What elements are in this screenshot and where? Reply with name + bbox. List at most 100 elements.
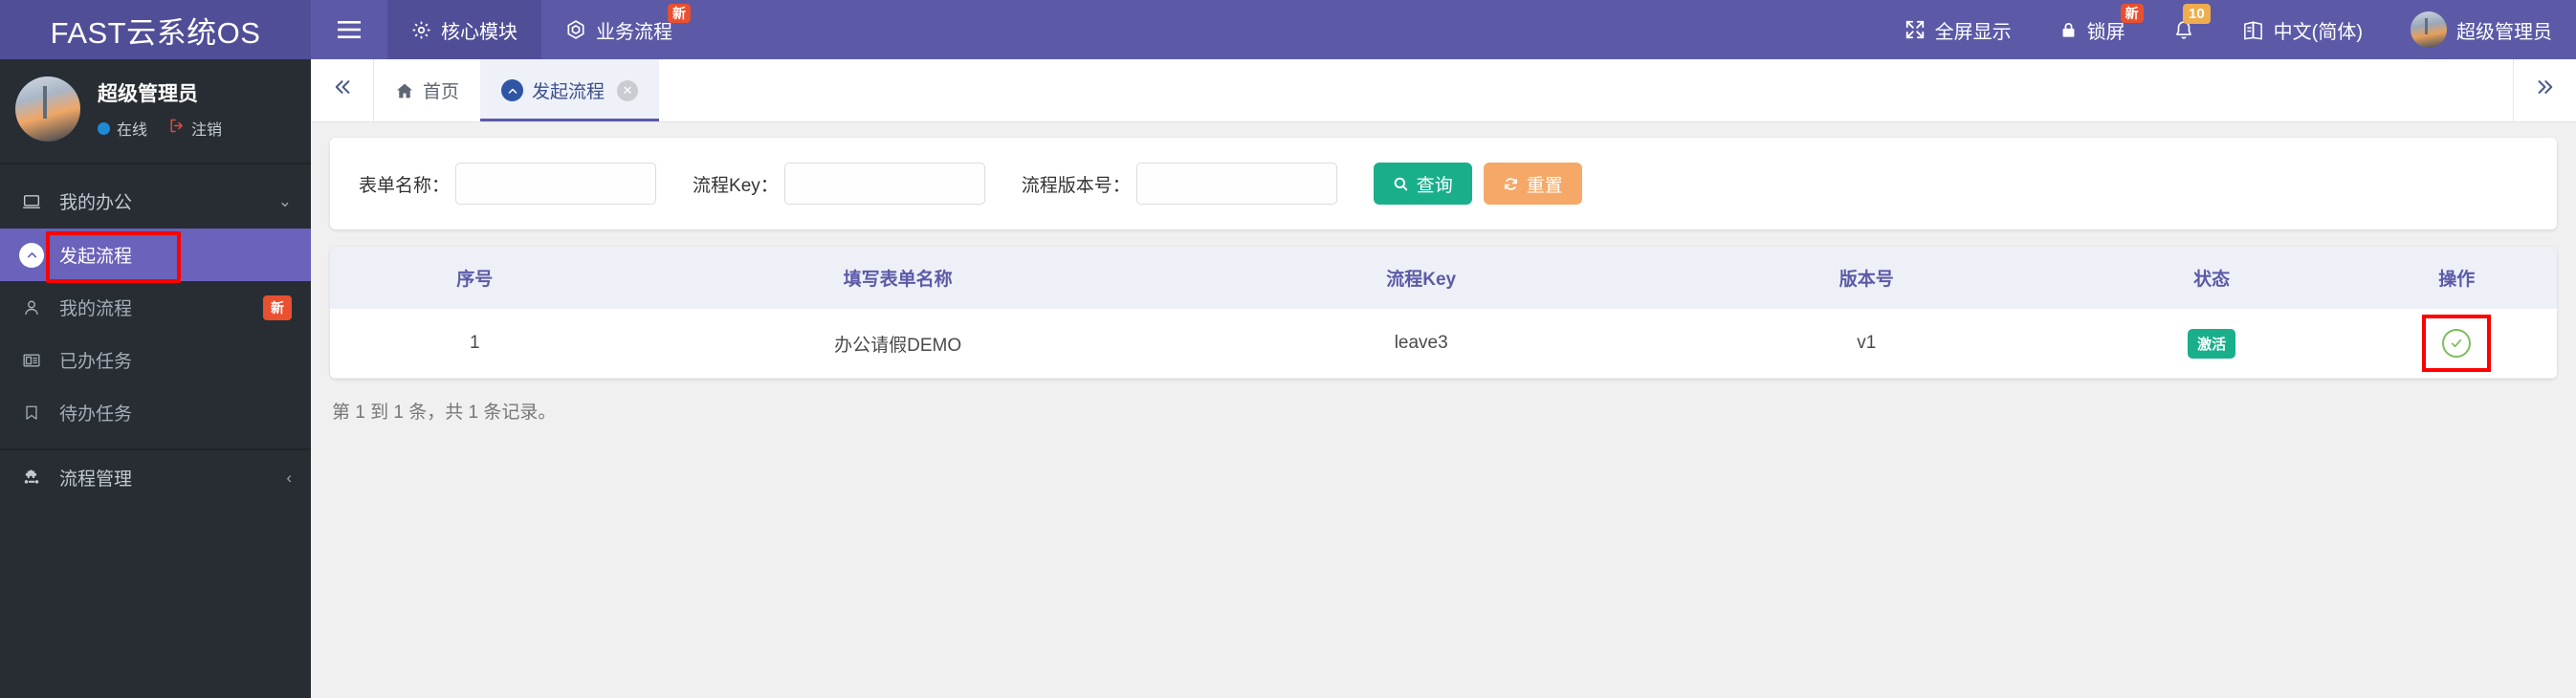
- sidebar-group-my-office[interactable]: 我的办公 ⌄: [0, 174, 311, 229]
- refresh-icon: [1503, 176, 1519, 192]
- language-icon: [2242, 19, 2264, 41]
- fullscreen-button[interactable]: 全屏显示: [1881, 0, 2036, 59]
- table-body: 1 办公请假DEMO leave3 v1 激活: [330, 309, 2557, 379]
- brand-logo[interactable]: FAST云系统OS: [0, 0, 311, 59]
- table-header-process-key: 流程Key: [1176, 247, 1666, 309]
- profile-text: 超级管理员 在线 注销: [98, 78, 222, 140]
- action-buttons: [2440, 327, 2473, 360]
- sidebar-item-done-tasks[interactable]: 已办任务: [0, 334, 311, 386]
- top-nav-left: 核心模块 业务流程 新: [311, 0, 696, 59]
- sidebar-item-todo-tasks-label: 待办任务: [59, 404, 133, 425]
- table-header-status: 状态: [2066, 247, 2357, 309]
- field-process-version: 流程版本号：: [1022, 163, 1337, 205]
- body: 超级管理员 在线 注销 我的办公 ⌄ 发起流程 我的流程 新 已办任务 待办任务…: [0, 59, 2576, 698]
- sidebar-toggle-button[interactable]: [311, 0, 387, 59]
- lockscreen-button[interactable]: 锁屏 新: [2036, 0, 2149, 59]
- list-box-icon: [19, 351, 44, 370]
- field-process-key: 流程Key：: [693, 163, 985, 205]
- tab-initiate-process-label: 发起流程: [532, 82, 605, 102]
- logout-button[interactable]: 注销: [168, 117, 222, 140]
- sidebar-group-my-office-label: 我的办公: [59, 193, 133, 213]
- cell-form-name: 办公请假DEMO: [619, 309, 1177, 379]
- user-icon: [19, 298, 44, 317]
- chevron-down-icon: ⌄: [277, 191, 292, 210]
- cell-process-key: leave3: [1176, 309, 1666, 379]
- profile-meta: 在线 注销: [98, 117, 222, 140]
- nav-item-core-modules-label: 核心模块: [441, 21, 517, 43]
- language-button[interactable]: 中文(简体): [2218, 0, 2387, 59]
- sidebar-profile: 超级管理员 在线 注销: [0, 59, 311, 163]
- notifications-button[interactable]: 10: [2149, 0, 2218, 59]
- chevron-left-icon: ‹: [286, 468, 292, 487]
- sidebar-group-process-management[interactable]: 流程管理 ‹: [0, 450, 311, 505]
- tabs-scroll-left-button[interactable]: [311, 59, 374, 121]
- table-row[interactable]: 1 办公请假DEMO leave3 v1 激活: [330, 309, 2557, 379]
- sidebar-item-todo-tasks[interactable]: 待办任务: [0, 386, 311, 439]
- nav-item-business-process[interactable]: 业务流程 新: [541, 0, 696, 59]
- cube-icon: [565, 19, 586, 40]
- field-process-version-label: 流程版本号：: [1021, 175, 1131, 196]
- results-table: 序号 填写表单名称 流程Key 版本号 状态 操作 1 办公请假DEMO lea…: [330, 247, 2557, 379]
- search-button[interactable]: 查询: [1373, 163, 1472, 205]
- table-header-seq: 序号: [330, 247, 620, 309]
- status-indicator: 在线: [98, 117, 147, 140]
- process-version-input[interactable]: [1135, 163, 1337, 205]
- tab-initiate-process[interactable]: 发起流程 ✕: [480, 59, 660, 121]
- sidebar-item-done-tasks-label: 已办任务: [59, 352, 133, 372]
- laptop-icon: [19, 192, 44, 211]
- brand-title: FAST云系统OS: [50, 15, 261, 50]
- top-header: FAST云系统OS 核心模块 业务流程 新 全屏显示 锁屏 新 10 中文(简体…: [0, 0, 2576, 59]
- sidebar-menu: 我的办公 ⌄ 发起流程 我的流程 新 已办任务 待办任务 流程管理 ‹: [0, 164, 311, 505]
- lockscreen-badge: 新: [2120, 4, 2144, 23]
- search-icon: [1393, 176, 1409, 192]
- avatar: [15, 76, 80, 142]
- status-dot-icon: [98, 121, 110, 135]
- user-menu-button[interactable]: 超级管理员: [2387, 0, 2576, 59]
- app-root: FAST云系统OS 核心模块 业务流程 新 全屏显示 锁屏 新 10 中文(简体…: [0, 0, 2576, 698]
- field-process-key-label: 流程Key：: [693, 175, 779, 196]
- double-chevron-left-icon: [330, 76, 355, 104]
- circle-up-icon: [501, 79, 524, 101]
- status-badge: 激活: [2188, 328, 2236, 359]
- tabs-scroll-right-button[interactable]: [2513, 59, 2576, 121]
- table-header-version: 版本号: [1665, 247, 2067, 309]
- sidebar-item-my-process-badge: 新: [263, 294, 292, 320]
- home-icon: [395, 81, 414, 100]
- cell-version: v1: [1665, 309, 2067, 379]
- logout-label: 注销: [191, 122, 223, 139]
- results-table-card: 序号 填写表单名称 流程Key 版本号 状态 操作 1 办公请假DEMO lea…: [330, 247, 2557, 379]
- reset-button[interactable]: 重置: [1483, 163, 1582, 205]
- nav-business-process-badge: 新: [668, 4, 691, 23]
- avatar: [2411, 11, 2447, 48]
- pagination-info: 第 1 到 1 条，共 1 条记录。: [332, 403, 557, 423]
- nav-item-core-modules[interactable]: 核心模块: [387, 0, 541, 59]
- status-label: 在线: [117, 122, 148, 139]
- table-header-row: 序号 填写表单名称 流程Key 版本号 状态 操作: [330, 247, 2557, 309]
- profile-name: 超级管理员: [98, 83, 198, 105]
- sidebar-item-my-process-label: 我的流程: [59, 299, 133, 319]
- process-key-input[interactable]: [783, 163, 985, 205]
- fullscreen-icon: [1904, 19, 1926, 40]
- puzzle-icon: [19, 469, 44, 488]
- check-circle-icon[interactable]: [2442, 329, 2472, 358]
- tab-home[interactable]: 首页: [374, 59, 480, 121]
- search-panel: 表单名称： 流程Key： 流程版本号： 查询 重置: [330, 138, 2557, 229]
- table-head: 序号 填写表单名称 流程Key 版本号 状态 操作: [330, 247, 2557, 309]
- circle-up-icon: [19, 242, 44, 268]
- user-menu-label: 超级管理员: [2456, 21, 2552, 43]
- tab-home-label: 首页: [423, 82, 460, 102]
- page-content: 表单名称： 流程Key： 流程版本号： 查询 重置 序号 填写表单名称 流程Ke…: [311, 122, 2576, 698]
- nav-item-business-process-label: 业务流程: [596, 21, 672, 43]
- field-form-name-label: 表单名称：: [359, 175, 451, 196]
- main-area: 首页 发起流程 ✕ 表单名称： 流程Key： 流程版本号： 查询 重置 序号 填…: [311, 59, 2576, 698]
- double-chevron-right-icon: [2533, 76, 2558, 104]
- table-header-form-name: 填写表单名称: [619, 247, 1177, 309]
- cell-actions: [2356, 309, 2557, 379]
- sidebar-item-my-process[interactable]: 我的流程 新: [0, 281, 311, 334]
- search-button-label: 查询: [1416, 175, 1453, 196]
- close-icon[interactable]: ✕: [617, 79, 639, 101]
- top-nav-spacer: [696, 0, 1881, 59]
- form-name-input[interactable]: [455, 163, 657, 205]
- sidebar-item-initiate-process[interactable]: 发起流程: [0, 229, 311, 283]
- lock-icon: [2059, 20, 2078, 40]
